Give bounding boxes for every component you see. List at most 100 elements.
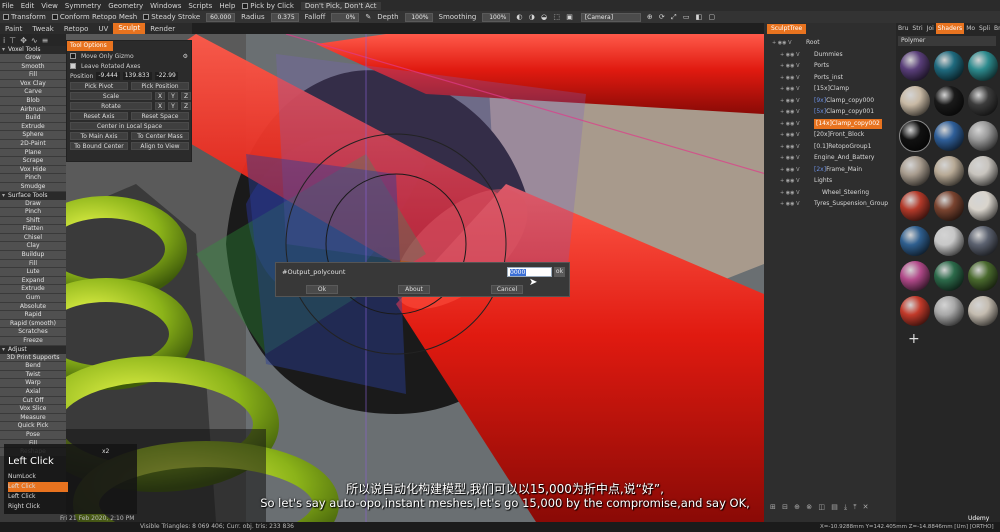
shader-library-dropdown[interactable]: Polymer <box>898 36 996 46</box>
view-mode-icons[interactable]: ◐ ◑ ◒ ⬚ ▣ <box>516 13 574 21</box>
surface-tool-scratches[interactable]: Scratches <box>0 328 66 337</box>
conform-checkbox[interactable] <box>51 14 58 20</box>
tab-tweak[interactable]: Tweak <box>27 25 59 33</box>
to-center-mass-button[interactable]: To Center Mass <box>131 132 189 140</box>
tree-row[interactable]: + ◉◉ V Lights <box>764 176 896 186</box>
shader-swatch[interactable] <box>934 51 964 81</box>
tab-sculpt-tree[interactable]: SculptTree <box>767 24 807 34</box>
move-only-gizmo-row[interactable]: Move Only Gizmo ⚙ <box>67 51 191 61</box>
pick-pivot-button[interactable]: Pick Pivot <box>70 82 128 90</box>
transform-toggle[interactable]: Transform <box>3 13 46 21</box>
tree-row[interactable]: + ◉◉ V Dummies <box>764 50 896 60</box>
menu-help[interactable]: Help <box>219 2 235 10</box>
voxel-tool-scrape[interactable]: Scrape <box>0 157 66 166</box>
shader-swatch[interactable] <box>900 226 930 256</box>
center-in-local-space-button[interactable]: Center in Local Space <box>70 122 189 130</box>
tab-shaders[interactable]: Shaders <box>935 23 965 34</box>
shader-swatch[interactable] <box>900 86 930 116</box>
tree-row[interactable]: + ◉◉ V [2x]Frame_Main <box>764 165 896 175</box>
menu-edit[interactable]: Edit <box>21 2 35 10</box>
surface-tool-extrude[interactable]: Extrude <box>0 285 66 295</box>
position-x-field[interactable]: -9.444 <box>96 72 120 80</box>
dialog-ok-button[interactable]: Ok <box>306 285 338 294</box>
voxel-tool-build[interactable]: Build <box>0 114 66 123</box>
adjust-tool-pose[interactable]: Pose <box>0 430 66 440</box>
shader-swatch[interactable] <box>900 51 930 81</box>
smoothing-field[interactable]: 100% <box>482 12 511 22</box>
surface-tool-lute[interactable]: Lute <box>0 268 66 277</box>
adjust-tool-cut-off[interactable]: Cut Off <box>0 396 66 406</box>
tree-row-visibility-icons[interactable]: + ◉◉ V <box>780 142 800 152</box>
surface-tools-header[interactable]: Surface Tools <box>0 191 66 200</box>
menu-view[interactable]: View <box>41 2 58 10</box>
tree-row[interactable]: + ◉◉ V Ports <box>764 61 896 71</box>
depth-field[interactable]: 100% <box>404 12 433 22</box>
radius-field[interactable]: 0.375 <box>270 12 299 22</box>
shader-swatch[interactable] <box>968 191 998 221</box>
pick-by-click-toggle[interactable]: Pick by Click <box>242 2 294 10</box>
surface-tool-absolute[interactable]: Absolute <box>0 302 66 312</box>
tab-sculpt[interactable]: Sculpt <box>113 23 146 34</box>
gear-icon[interactable]: ⚙ <box>183 53 188 60</box>
position-z-field[interactable]: -22.99 <box>154 72 178 80</box>
stroke-icon[interactable]: ∿ <box>31 36 38 45</box>
steady-stroke-checkbox[interactable] <box>143 14 150 20</box>
tree-row[interactable]: + ◉◉ V [9x]Clamp_copy000 <box>764 96 896 106</box>
tab-brushes-2[interactable]: Bri <box>992 23 1000 34</box>
pick-mode-dropdown[interactable]: Don't Pick, Don't Act <box>300 1 381 10</box>
surface-tool-chisel[interactable]: Chisel <box>0 233 66 243</box>
surface-tool-buildup[interactable]: Buildup <box>0 251 66 260</box>
viewport-nav-icons[interactable]: ⊕ ⟳ ⤢ ▭ ◧ ▢ <box>647 13 717 22</box>
surface-tool-rapid[interactable]: Rapid <box>0 311 66 320</box>
tool-options-header[interactable]: Tool Options <box>67 41 113 51</box>
shader-swatch[interactable] <box>968 86 998 116</box>
tab-splines[interactable]: Spli <box>977 23 992 34</box>
add-shader-button[interactable]: + <box>908 331 920 347</box>
shader-swatch[interactable] <box>968 296 998 326</box>
voxel-tool-grow[interactable]: Grow <box>0 54 66 63</box>
menu-file[interactable]: File <box>2 2 14 10</box>
adjust-tool-quick-pick[interactable]: Quick Pick <box>0 422 66 431</box>
shader-swatch[interactable] <box>934 86 964 116</box>
tree-row[interactable]: + ◉◉ V Engine_And_Battery <box>764 153 896 163</box>
tree-row[interactable]: + ◉◉ V Ports_inst <box>764 73 896 83</box>
shader-swatch[interactable] <box>968 226 998 256</box>
camera-dropdown[interactable]: [Camera] <box>580 12 641 22</box>
scale-x-button[interactable]: X <box>155 92 165 100</box>
surface-tool-gum[interactable]: Gum <box>0 294 66 303</box>
tree-row[interactable]: + ◉◉ V Tyres_Suspension_Group <box>764 199 896 209</box>
adjust-tool-vox-slice[interactable]: Vox Slice <box>0 405 66 414</box>
tree-row-visibility-icons[interactable]: + ◉◉ V <box>780 165 800 175</box>
tree-row[interactable]: + ◉◉ V [15x]Clamp <box>764 84 896 94</box>
adjust-tool-axial[interactable]: Axial <box>0 387 66 397</box>
menu-scripts[interactable]: Scripts <box>188 2 212 10</box>
reset-space-button[interactable]: Reset Space <box>131 112 189 120</box>
voxel-tool-vox-clay[interactable]: Vox Clay <box>0 79 66 89</box>
to-bound-center-button[interactable]: To Bound Center <box>70 142 128 150</box>
scale-y-button[interactable]: Y <box>168 92 178 100</box>
tab-uv[interactable]: UV <box>93 25 113 33</box>
adjust-tool-bend[interactable]: Bend <box>0 362 66 371</box>
surface-tool-pinch[interactable]: Pinch <box>0 208 66 217</box>
pick-position-dropdown[interactable]: Pick Position <box>131 82 189 90</box>
transform-checkbox[interactable] <box>3 14 9 20</box>
voxel-tool-airbrush[interactable]: Airbrush <box>0 105 66 115</box>
shader-swatch[interactable] <box>900 261 930 291</box>
shader-swatch[interactable] <box>934 156 964 186</box>
menu-windows[interactable]: Windows <box>150 2 181 10</box>
voxel-tools-header[interactable]: Voxel Tools <box>0 46 66 54</box>
reset-axis-button[interactable]: Reset Axis <box>70 112 128 120</box>
voxel-tool-sphere[interactable]: Sphere <box>0 131 66 140</box>
voxel-tool-smooth[interactable]: Smooth <box>0 62 66 72</box>
shader-swatch[interactable] <box>934 191 964 221</box>
adjust-tool-measure[interactable]: Measure <box>0 413 66 423</box>
menu-icon[interactable]: ≡ <box>42 36 49 45</box>
tree-row-visibility-icons[interactable]: + ◉◉ V <box>780 119 800 129</box>
voxel-tool-blob[interactable]: Blob <box>0 96 66 106</box>
transform-icon[interactable]: ✥ <box>20 36 27 45</box>
shader-swatch[interactable] <box>968 51 998 81</box>
voxel-tool-extrude[interactable]: Extrude <box>0 122 66 132</box>
shader-swatch[interactable] <box>934 121 964 151</box>
voxel-tool-smudge[interactable]: Smudge <box>0 182 66 192</box>
scale-z-button[interactable]: Z <box>181 92 191 100</box>
